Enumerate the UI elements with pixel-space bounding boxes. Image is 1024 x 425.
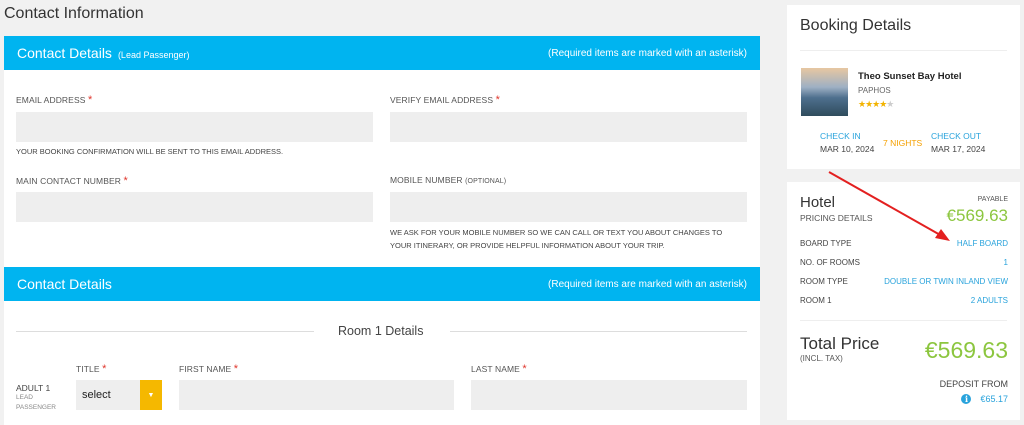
annotation-arrow xyxy=(828,171,950,241)
